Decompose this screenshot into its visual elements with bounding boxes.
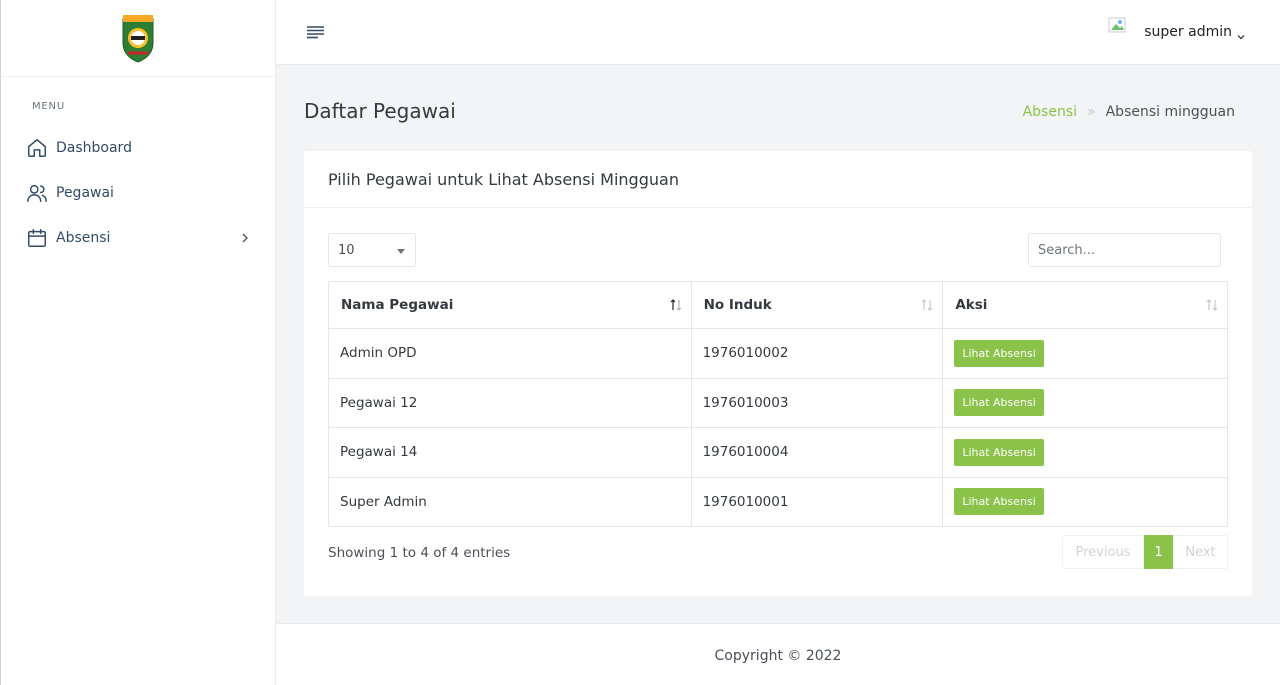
column-header-label: No Induk	[703, 297, 772, 313]
column-header-no-induk[interactable]: No Induk	[690, 281, 944, 329]
logo-emblem[interactable]	[120, 13, 156, 63]
page-title: Daftar Pegawai	[304, 99, 456, 123]
cell-nama: Pegawai 14	[328, 427, 692, 478]
avatar	[1108, 15, 1130, 37]
cell-aksi: Lihat Absensi	[942, 427, 1228, 478]
column-header-label: Aksi	[955, 297, 988, 313]
calendar-icon	[26, 227, 48, 249]
sort-icon	[920, 298, 934, 312]
table-row: Pegawai 14 1976010004 Lihat Absensi	[328, 427, 1228, 478]
table-row: Admin OPD 1976010002 Lihat Absensi	[328, 328, 1228, 379]
logo-area	[1, 0, 275, 77]
cell-no-induk: 1976010002	[690, 328, 944, 379]
footer: Copyright © 2022	[276, 623, 1280, 685]
table-row: Super Admin 1976010001 Lihat Absensi	[328, 476, 1228, 527]
column-header-label: Nama Pegawai	[341, 297, 454, 313]
table-header-row: Nama Pegawai No Induk Aksi	[328, 281, 1228, 329]
table-info: Showing 1 to 4 of 4 entries	[328, 545, 511, 561]
employee-table: Nama Pegawai No Induk Aksi Admin OPD 197…	[328, 281, 1228, 527]
entries-length-select[interactable]: 10	[328, 233, 416, 267]
card-title: Pilih Pegawai untuk Lihat Absensi Minggu…	[304, 151, 1252, 208]
lihat-absensi-button[interactable]: Lihat Absensi	[954, 339, 1044, 367]
search-input[interactable]	[1028, 233, 1221, 267]
user-menu[interactable]: super admin	[1108, 16, 1246, 48]
sidebar-item-label: Pegawai	[56, 185, 114, 201]
user-name: super admin	[1144, 24, 1232, 40]
lihat-absensi-button[interactable]: Lihat Absensi	[954, 488, 1044, 516]
pagination: Previous 1 Next	[1062, 535, 1228, 569]
cell-nama: Pegawai 12	[328, 377, 692, 428]
users-icon	[26, 182, 48, 204]
breadcrumb-link-absensi[interactable]: Absensi	[1023, 104, 1077, 120]
cell-aksi: Lihat Absensi	[942, 377, 1228, 428]
cell-aksi: Lihat Absensi	[942, 476, 1228, 527]
column-header-aksi[interactable]: Aksi	[942, 281, 1228, 329]
copyright-text: Copyright © 2022	[714, 648, 842, 664]
home-icon	[26, 137, 48, 159]
breadcrumb: Absensi » Absensi mingguan	[1023, 104, 1235, 120]
sidebar-item-label: Dashboard	[56, 140, 132, 156]
sidebar-item-dashboard[interactable]: Dashboard	[26, 136, 252, 160]
pagination-previous[interactable]: Previous	[1062, 535, 1144, 569]
table-row: Pegawai 12 1976010003 Lihat Absensi	[328, 377, 1228, 428]
caret-down-icon	[397, 249, 405, 254]
menu-toggle-icon[interactable]	[306, 24, 326, 40]
cell-no-induk: 1976010004	[690, 427, 944, 478]
sidebar: MENU Dashboard Pegawai Absensi	[0, 0, 276, 685]
column-header-nama[interactable]: Nama Pegawai	[328, 281, 692, 329]
entries-length-value: 10	[338, 243, 355, 258]
sidebar-item-label: Absensi	[56, 230, 111, 246]
cell-no-induk: 1976010001	[690, 476, 944, 527]
sidebar-item-pegawai[interactable]: Pegawai	[26, 181, 252, 205]
breadcrumb-current: Absensi mingguan	[1105, 104, 1235, 120]
sort-asc-icon	[669, 298, 683, 312]
pagination-next[interactable]: Next	[1173, 535, 1228, 569]
topbar: super admin	[276, 0, 1280, 65]
sidebar-item-absensi[interactable]: Absensi	[26, 226, 252, 250]
lihat-absensi-button[interactable]: Lihat Absensi	[954, 438, 1044, 466]
cell-no-induk: 1976010003	[690, 377, 944, 428]
chevron-right-icon	[238, 230, 252, 244]
employee-card: Pilih Pegawai untuk Lihat Absensi Minggu…	[304, 151, 1252, 596]
chevron-down-icon	[1236, 27, 1246, 40]
pagination-page-1[interactable]: 1	[1144, 535, 1173, 569]
lihat-absensi-button[interactable]: Lihat Absensi	[954, 389, 1044, 417]
cell-nama: Admin OPD	[328, 328, 692, 379]
sort-icon	[1205, 298, 1219, 312]
menu-title: MENU	[32, 101, 65, 112]
breadcrumb-separator: »	[1087, 104, 1096, 120]
cell-nama: Super Admin	[328, 476, 692, 527]
cell-aksi: Lihat Absensi	[942, 328, 1228, 379]
